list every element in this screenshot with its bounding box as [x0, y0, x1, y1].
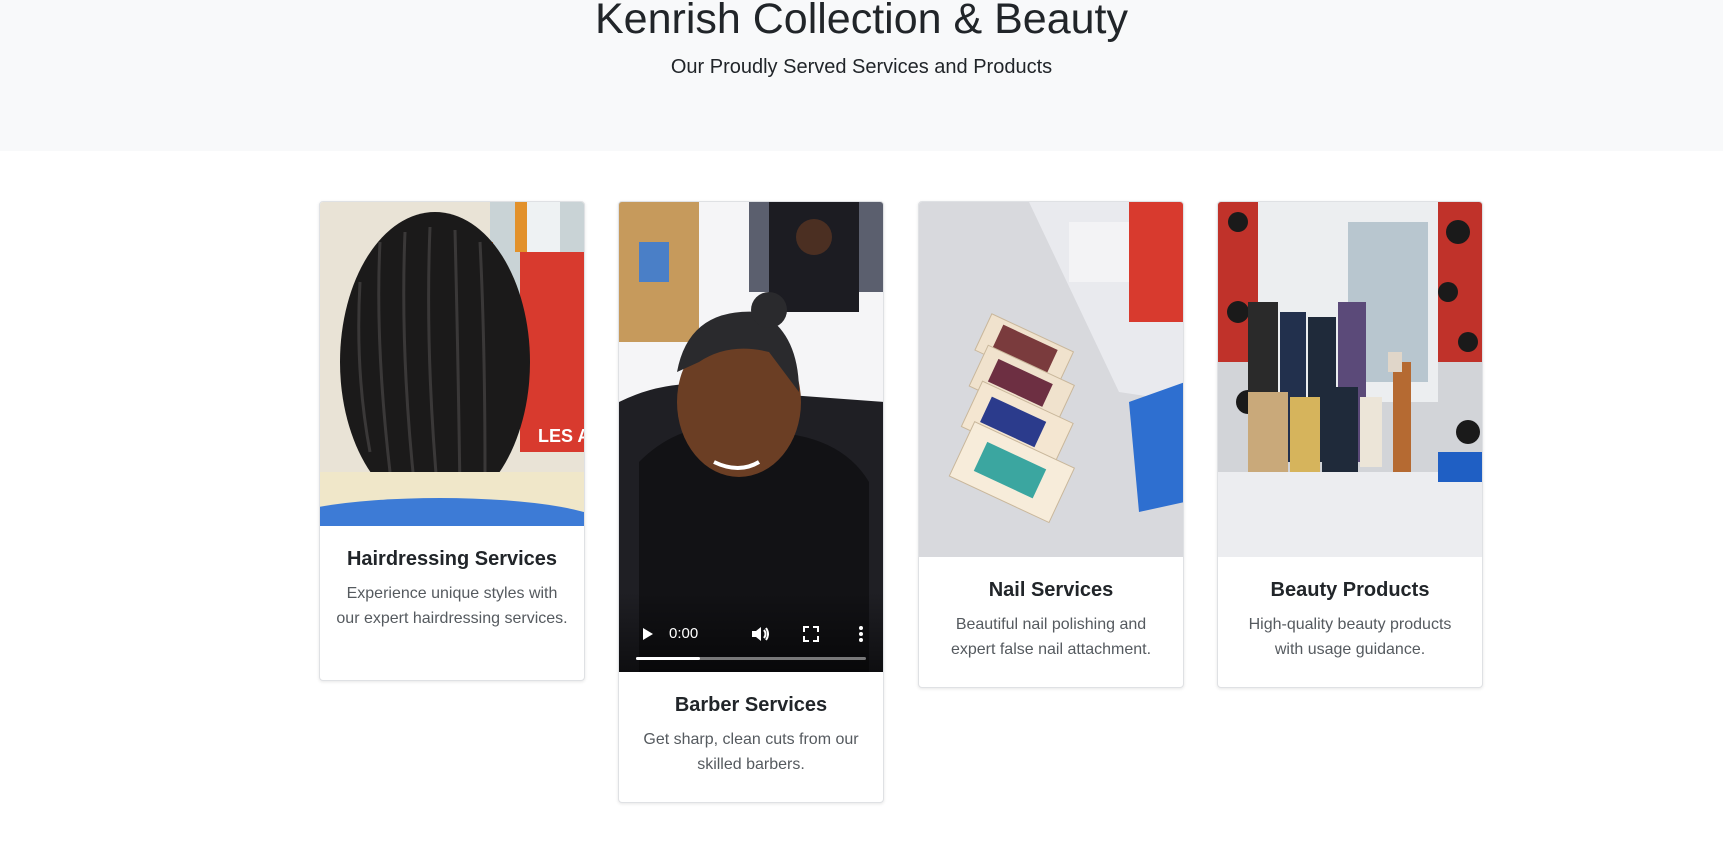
service-card-nails: Nail Services Beautiful nail polishing a…: [918, 201, 1184, 688]
card-title: Hairdressing Services: [346, 548, 558, 570]
video-progress-fill: [636, 657, 701, 660]
fullscreen-icon[interactable]: [799, 622, 823, 646]
hairdressing-image: LES AR: [320, 202, 584, 526]
barber-video[interactable]: 0:00: [619, 202, 883, 672]
card-text: Beautiful nail polishing and expert fals…: [950, 616, 1152, 658]
hero-section: Kenrish Collection & Beauty Our Proudly …: [0, 0, 1723, 151]
svg-text:LES AR: LES AR: [538, 426, 584, 446]
video-controls: 0:00: [619, 592, 883, 672]
nails-image: [919, 202, 1183, 557]
card-title: Nail Services: [988, 579, 1114, 601]
service-card-barber: 0:00 Barber Services Get sharp, clean cu…: [618, 201, 884, 803]
card-text: High-quality beauty products with usage …: [1248, 616, 1452, 658]
service-card-beauty-products: Beauty Products High-quality beauty prod…: [1217, 201, 1483, 688]
video-progress-bar[interactable]: [636, 657, 866, 660]
card-title: Beauty Products: [1270, 579, 1430, 601]
card-text: Experience unique styles with our expert…: [336, 585, 568, 627]
more-options-icon[interactable]: [849, 622, 873, 646]
card-text: Get sharp, clean cuts from our skilled b…: [643, 731, 859, 773]
volume-icon[interactable]: [748, 622, 772, 646]
page-subtitle: Our Proudly Served Services and Products: [670, 56, 1053, 78]
video-time: 0:00: [669, 625, 699, 642]
play-icon[interactable]: [635, 622, 659, 646]
card-title: Barber Services: [674, 694, 828, 716]
beauty-products-image: [1218, 202, 1482, 557]
service-card-hairdressing: LES AR Hairdressing Services Experience …: [319, 201, 585, 681]
page-title: Kenrish Collection & Beauty: [594, 0, 1128, 43]
